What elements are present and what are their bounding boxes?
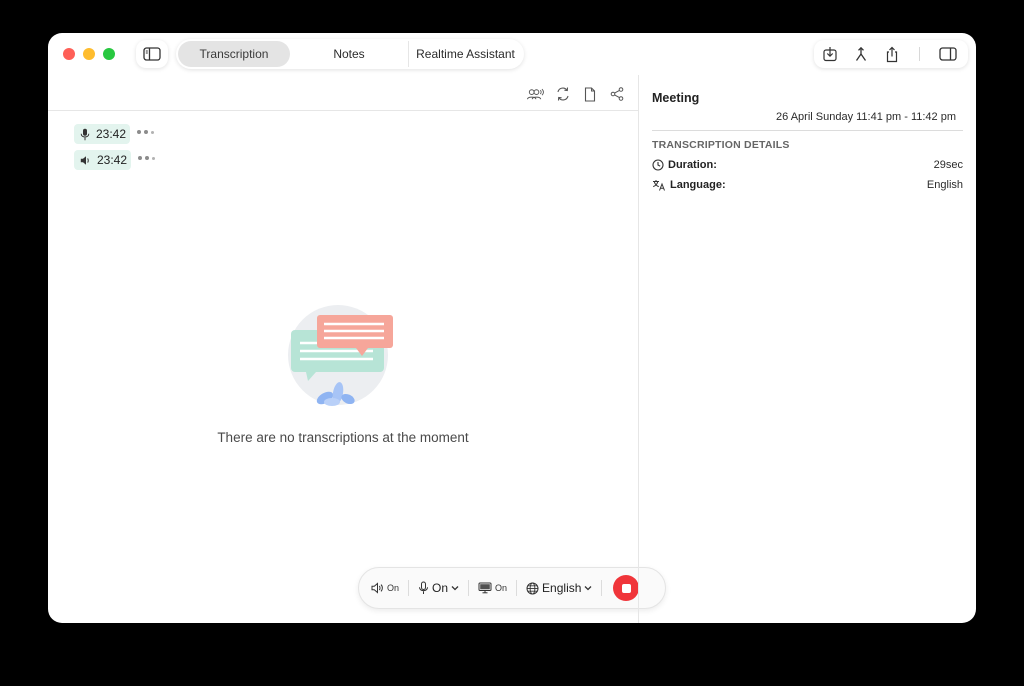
tab-transcription[interactable]: Transcription <box>178 41 290 67</box>
app-window: Transcription Notes Realtime Assistant 2… <box>48 33 976 623</box>
document-button[interactable] <box>580 85 599 103</box>
screen-audio-toggle[interactable]: On <box>478 582 507 594</box>
language-value: English <box>542 581 582 595</box>
minimize-window-button[interactable] <box>83 48 95 60</box>
right-sidebar-icon <box>938 47 957 61</box>
sidebar-toggle-button[interactable] <box>136 40 168 68</box>
view-tabs: Transcription Notes Realtime Assistant <box>176 39 524 69</box>
transcript-segment[interactable]: 23:42 <box>74 124 155 144</box>
transcription-details-heading: TRANSCRIPTION DETAILS <box>652 139 790 151</box>
merge-button[interactable] <box>845 40 876 68</box>
recording-control-bar: On On On English <box>358 567 666 609</box>
meeting-date: 26 April Sunday 11:41 pm - 11:42 pm <box>776 111 956 123</box>
stop-recording-button[interactable] <box>613 575 640 601</box>
transcript-toolbar <box>526 85 626 103</box>
translate-language-icon <box>653 180 665 191</box>
share-icon <box>886 46 897 62</box>
document-icon <box>584 86 595 102</box>
language-value: English <box>926 179 963 191</box>
speakers-icon <box>526 88 544 100</box>
language-label: Language: <box>670 179 726 191</box>
speaker-status: On <box>387 583 400 593</box>
translate-icon <box>556 87 569 101</box>
microphone-toggle[interactable]: On <box>418 581 459 595</box>
toolbar-divider-line <box>48 110 638 111</box>
transcript-segment[interactable]: 23:42 <box>74 150 156 170</box>
window-toolbar <box>814 40 968 68</box>
sidebar-icon <box>143 47 161 61</box>
duration-row: Duration: 29sec <box>652 159 963 171</box>
screen-audio-status: On <box>495 583 508 593</box>
close-window-button[interactable] <box>63 48 75 60</box>
toolbar-divider <box>919 47 920 61</box>
more-options-icon[interactable] <box>137 130 155 134</box>
empty-state-message: There are no transcriptions at the momen… <box>217 430 469 445</box>
tab-realtime-assistant[interactable]: Realtime Assistant <box>408 41 522 67</box>
control-divider <box>601 580 603 596</box>
more-options-icon[interactable] <box>138 156 156 160</box>
control-divider <box>408 580 410 596</box>
chevron-down-icon <box>584 586 592 591</box>
translate-button[interactable] <box>553 85 572 103</box>
empty-state-illustration <box>288 305 393 406</box>
speaker-icon <box>371 582 383 594</box>
language-select[interactable]: English <box>526 581 592 595</box>
control-divider <box>468 580 470 596</box>
control-divider <box>516 580 518 596</box>
segment-time: 23:42 <box>97 153 128 167</box>
tab-notes[interactable]: Notes <box>290 41 408 67</box>
clock-icon <box>652 159 664 171</box>
details-divider <box>652 130 963 131</box>
title-bar: Transcription Notes Realtime Assistant <box>48 33 976 75</box>
stop-icon <box>621 583 631 593</box>
speaker-toggle[interactable]: On <box>371 582 399 594</box>
segment-chip[interactable]: 23:42 <box>74 124 131 144</box>
share-nodes-icon <box>610 87 623 101</box>
duration-value: 29sec <box>933 159 963 171</box>
monitor-icon <box>478 582 492 594</box>
segment-chip[interactable]: 23:42 <box>74 150 132 170</box>
right-sidebar-toggle-button[interactable] <box>932 40 963 68</box>
download-icon <box>822 47 837 62</box>
chevron-down-icon <box>451 586 459 591</box>
microphone-status: On <box>432 581 449 595</box>
merge-icon <box>855 46 866 61</box>
duration-label: Duration: <box>668 159 717 171</box>
download-button[interactable] <box>814 40 845 68</box>
speaker-icon <box>80 155 89 165</box>
share-transcript-button[interactable] <box>607 85 626 103</box>
speakers-button[interactable] <box>526 85 545 103</box>
zoom-window-button[interactable] <box>103 48 115 60</box>
details-panel: Meeting 26 April Sunday 11:41 pm - 11:42… <box>639 75 976 623</box>
segment-time: 23:42 <box>96 127 127 141</box>
share-button[interactable] <box>876 40 907 68</box>
meeting-title: Meeting <box>652 91 700 105</box>
microphone-icon <box>419 581 429 594</box>
language-row: Language: English <box>652 179 963 191</box>
globe-icon <box>526 582 539 594</box>
microphone-icon <box>80 128 90 140</box>
